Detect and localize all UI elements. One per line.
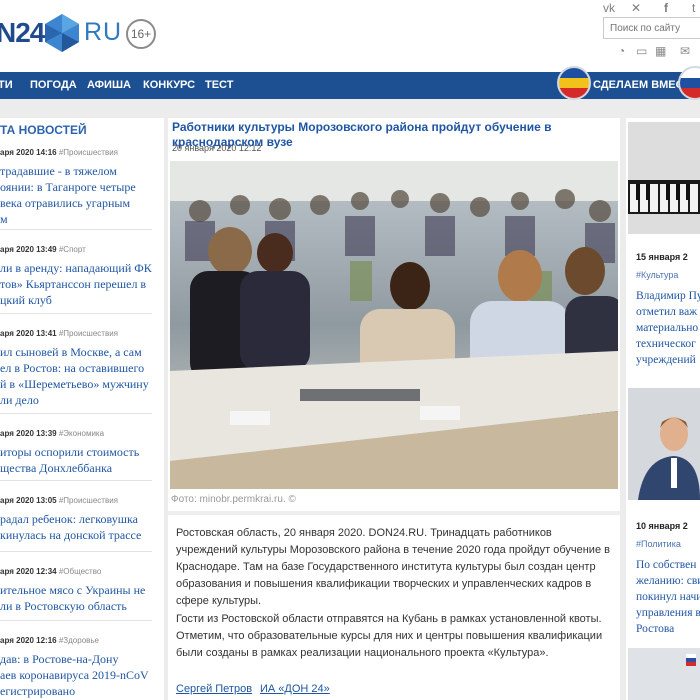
right-column: 15 января 2 #Культура Владимир Пу отмети… <box>626 118 700 700</box>
nav-item-news[interactable]: ТИ <box>0 79 13 91</box>
logo-suffix[interactable]: RU <box>84 18 122 47</box>
mail-icon[interactable]: ✉ <box>680 44 690 58</box>
list-item[interactable]: аря 2020 13:05 #Происшествия радал ребен… <box>0 496 152 543</box>
news-date: аря 2020 13:05 <box>0 496 57 505</box>
news-tag[interactable]: #Происшествия <box>59 329 118 338</box>
divider <box>0 551 152 552</box>
news-date: аря 2020 14:16 <box>0 148 57 157</box>
ok-icon[interactable]: ✕ <box>631 1 641 15</box>
news-date: аря 2020 13:41 <box>0 329 57 338</box>
article-paragraph: Ростовская область, 20 января 2020. DON2… <box>176 527 610 607</box>
news-tag[interactable]: #Происшествия <box>59 148 118 157</box>
news-tag[interactable]: #Здоровье <box>59 636 99 645</box>
news-title[interactable]: иторы оспорили стоимость щества Донхлебб… <box>0 444 152 476</box>
news-title[interactable]: ли в аренду: нападающий ФК тов» Кьяртанс… <box>0 260 152 308</box>
news-feed: ТА НОВОСТЕЙ аря 2020 14:16 #Происшествия… <box>0 118 164 700</box>
twitter-icon[interactable]: t <box>692 1 695 15</box>
right-news-tag[interactable]: #Культура <box>636 270 678 280</box>
source-link[interactable]: ИА «ДОН 24» <box>260 683 330 695</box>
news-thumbnail[interactable] <box>628 648 700 700</box>
article-paragraph: Гости из Ростовской области отправятся н… <box>176 613 603 659</box>
grid-icon[interactable]: ▦ <box>655 44 666 58</box>
divider <box>0 620 152 621</box>
list-item[interactable]: аря 2020 13:49 #Спорт ли в аренду: напад… <box>0 245 152 308</box>
article-date: 20 января 2020 12:12 <box>172 143 262 153</box>
news-thumbnail[interactable] <box>628 122 700 234</box>
age-rating-badge: 16+ <box>126 19 156 49</box>
list-item[interactable]: аря 2020 13:41 #Происшествия ил сыновей … <box>0 329 152 408</box>
photo-caption: Фото: minobr.permkrai.ru. © <box>171 494 296 505</box>
main-nav: ТИ ПОГОДА АФИША КОНКУРС ТЕСТ СДЕЛАЕМ ВМЕ… <box>0 72 700 99</box>
news-title[interactable]: традавшие - в тяжелом оянии: в Таганроге… <box>0 163 152 227</box>
news-date: аря 2020 13:49 <box>0 245 57 254</box>
news-tag[interactable]: #Экономика <box>59 429 104 438</box>
divider <box>0 229 152 230</box>
facebook-icon[interactable]: f <box>664 1 668 15</box>
article-photo <box>170 161 618 489</box>
news-feed-title: ТА НОВОСТЕЙ <box>0 123 87 137</box>
region-flag-icon[interactable] <box>557 66 591 100</box>
news-tag[interactable]: #Происшествия <box>59 496 118 505</box>
nav-item-afisha[interactable]: АФИША <box>87 79 131 91</box>
news-tag[interactable]: #Спорт <box>59 245 86 254</box>
divider <box>0 313 152 314</box>
nav-item-weather[interactable]: ПОГОДА <box>30 79 77 91</box>
divider <box>0 413 152 414</box>
list-item[interactable]: аря 2020 12:16 #Здоровье дав: в Ростове-… <box>0 636 152 699</box>
right-news-date: 15 января 2 <box>636 252 688 262</box>
news-title[interactable]: дав: в Ростове-на-Дону аев коронавируса … <box>0 651 152 699</box>
right-news-tag[interactable]: #Политика <box>636 539 681 549</box>
news-tag[interactable]: #Общество <box>59 567 101 576</box>
news-date: аря 2020 12:34 <box>0 567 57 576</box>
right-news-title[interactable]: По собствен желанию: сви покинул начи уп… <box>636 557 700 637</box>
list-item[interactable]: аря 2020 14:16 #Происшествия традавшие -… <box>0 148 152 227</box>
logo-icon[interactable] <box>42 13 82 53</box>
right-news-title[interactable]: Владимир Пу отметил важ материально техн… <box>636 288 700 368</box>
list-item[interactable]: аря 2020 12:34 #Общество ительное мясо с… <box>0 567 152 614</box>
divider <box>0 480 152 481</box>
news-thumbnail[interactable] <box>628 388 700 500</box>
video-icon[interactable]: ▭ <box>636 44 647 58</box>
author-link[interactable]: Сергей Петров <box>176 683 252 695</box>
nav-item-contest[interactable]: КОНКУРС <box>143 79 195 91</box>
vk-icon[interactable]: vk <box>603 1 615 15</box>
site-header: N24 RU 16+ vk ✕ f t ◔ ▭ ▦ ✉ <box>0 0 700 72</box>
right-news-date: 10 января 2 <box>636 521 688 531</box>
list-item[interactable]: аря 2020 13:39 #Экономика иторы оспорили… <box>0 429 152 476</box>
search-input[interactable] <box>603 17 700 39</box>
news-date: аря 2020 12:16 <box>0 636 57 645</box>
article-body: Ростовская область, 20 января 2020. DON2… <box>168 511 620 700</box>
news-title[interactable]: ительное мясо с Украины не ли в Ростовск… <box>0 582 152 614</box>
article: Работники культуры Морозовского района п… <box>168 118 620 700</box>
news-date: аря 2020 13:39 <box>0 429 57 438</box>
logo-text[interactable]: N24 <box>0 17 45 49</box>
nav-item-test[interactable]: ТЕСТ <box>205 79 233 91</box>
news-title[interactable]: ил сыновей в Москве, а сам ел в Ростов: … <box>0 344 152 408</box>
rss-icon[interactable]: ◔ <box>618 44 625 58</box>
news-title[interactable]: радал ребенок: легковушка кинулась на до… <box>0 511 152 543</box>
